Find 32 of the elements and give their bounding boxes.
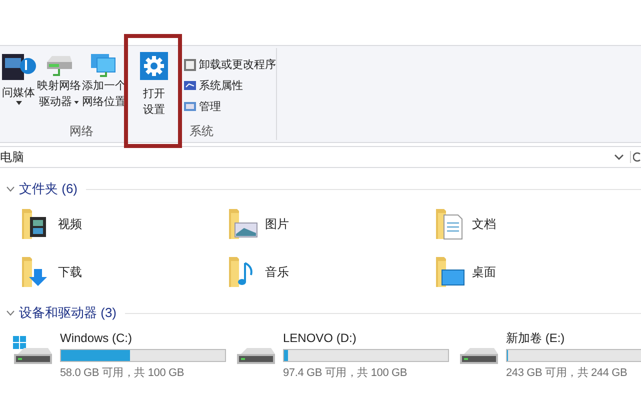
section-header[interactable]: 文件夹 (6) bbox=[0, 179, 78, 199]
open-settings-button[interactable]: 打开 设置 bbox=[127, 48, 181, 122]
program-icon bbox=[183, 58, 197, 72]
system-properties-icon bbox=[183, 79, 197, 93]
picture-folder-icon bbox=[227, 207, 259, 241]
computer-management-icon bbox=[183, 100, 197, 114]
dropdown-caret-icon[interactable] bbox=[614, 153, 624, 161]
drive-space: 243 GB 可用，共 244 GB bbox=[506, 366, 628, 381]
folder-item[interactable]: 桌面 bbox=[434, 254, 641, 290]
section-header[interactable]: 设备和驱动器 (3) bbox=[0, 303, 116, 323]
address-path: 电脑 bbox=[0, 149, 25, 166]
drive-name[interactable]: 新加卷 (E:) bbox=[506, 331, 641, 346]
drive-space: 97.4 GB 可用，共 100 GB bbox=[283, 366, 408, 381]
media-button[interactable]: 问媒体 bbox=[2, 86, 35, 101]
system-link[interactable]: 卸载或更改程序 bbox=[183, 57, 276, 73]
desktop-folder-icon bbox=[434, 255, 466, 289]
network-button[interactable]: 映射网络 驱动器 bbox=[36, 52, 82, 122]
drive-name[interactable]: LENOVO (D:) bbox=[283, 331, 449, 346]
folder-item[interactable]: 视频 bbox=[20, 206, 227, 242]
caret-icon bbox=[16, 101, 22, 105]
drive-name[interactable]: Windows (C:) bbox=[60, 331, 226, 346]
refresh-icon[interactable] bbox=[630, 151, 641, 163]
group-label: 系统 bbox=[190, 123, 214, 140]
folder-item[interactable]: 下载 bbox=[20, 254, 227, 290]
gear-icon bbox=[140, 52, 168, 80]
group-label: 网络 bbox=[70, 123, 94, 140]
folder-item[interactable]: 文档 bbox=[434, 206, 641, 242]
system-link[interactable]: 系统属性 bbox=[183, 78, 276, 94]
drive-space: 58.0 GB 可用，共 100 GB bbox=[60, 366, 185, 381]
folder-item[interactable]: 图片 bbox=[227, 206, 434, 242]
folder-item[interactable]: 音乐 bbox=[227, 254, 434, 290]
system-link[interactable]: 管理 bbox=[183, 99, 276, 115]
